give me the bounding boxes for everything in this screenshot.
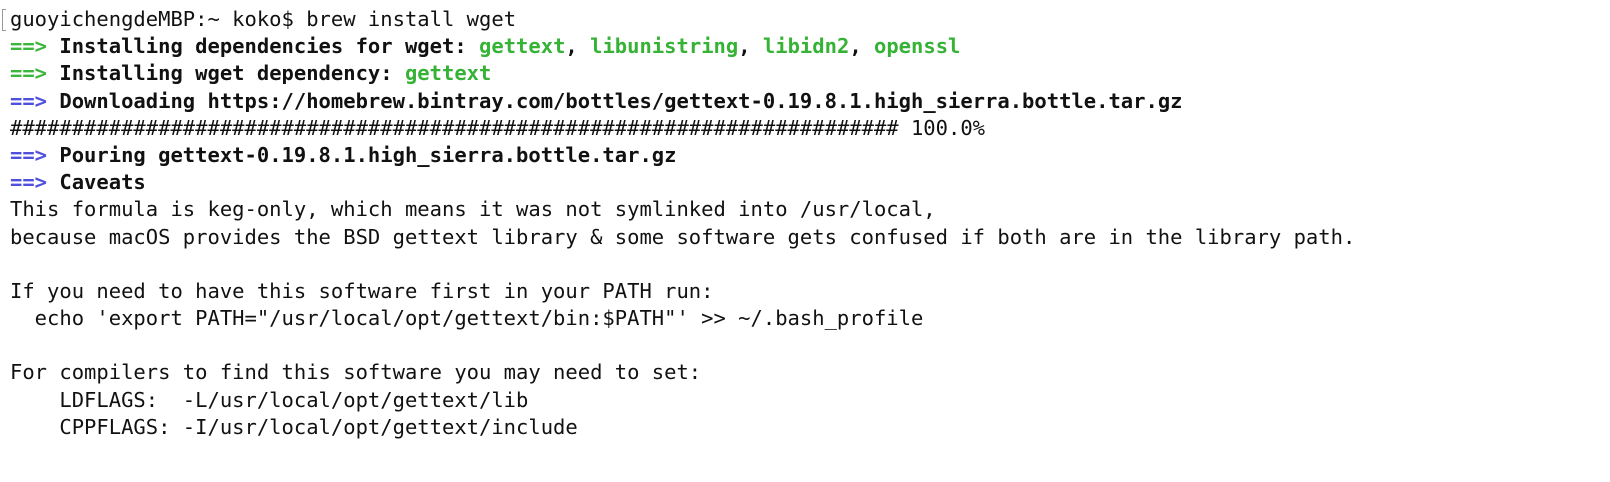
dep-separator: , <box>849 34 874 59</box>
output-line-downloading: ==> Downloading https://homebrew.bintray… <box>10 88 1355 115</box>
terminal-window[interactable]: guoyichengdeMBP:~ koko$ brew install wge… <box>0 0 1610 482</box>
downloading-text: Downloading https://homebrew.bintray.com… <box>47 88 1183 113</box>
path-export-command: echo 'export PATH="/usr/local/opt/gettex… <box>10 306 924 331</box>
progress-bar-line: ########################################… <box>10 115 986 140</box>
install-deps-label: Installing dependencies for wget: <box>47 34 480 59</box>
caveat-text-line: This formula is keg-only, which means it… <box>10 197 936 222</box>
output-line-install-dependency: ==> Installing wget dependency: gettext <box>10 60 1355 87</box>
caveat-text-line: For compilers to find this software you … <box>10 360 702 385</box>
dependency-gettext: gettext <box>404 61 492 86</box>
shell-command: brew install wget <box>306 7 517 31</box>
install-dependency-label: Installing wget dependency: <box>47 61 405 86</box>
command-line: guoyichengdeMBP:~ koko$ brew install wge… <box>10 6 1355 33</box>
arrow-marker: ==> <box>10 61 48 86</box>
arrow-marker: ==> <box>10 34 48 59</box>
dep-libidn2: libidn2 <box>762 34 850 59</box>
dep-libunistring: libunistring <box>590 34 739 59</box>
output-line-pouring: ==> Pouring gettext-0.19.8.1.high_sierra… <box>10 142 1355 169</box>
arrow-marker: ==> <box>10 88 48 113</box>
cppflags-line: CPPFLAGS: -I/usr/local/opt/gettext/inclu… <box>10 414 578 439</box>
pouring-text: Pouring gettext-0.19.8.1.high_sierra.bot… <box>47 142 677 167</box>
dep-separator: , <box>565 34 591 59</box>
line-bracket-marker <box>2 9 6 31</box>
caveats-heading: Caveats <box>47 170 146 195</box>
dep-openssl: openssl <box>874 34 961 59</box>
caveat-text-line: because macOS provides the BSD gettext l… <box>10 224 1356 249</box>
shell-prompt: guoyichengdeMBP:~ koko$ <box>10 7 307 31</box>
dep-gettext: gettext <box>479 34 566 59</box>
dep-separator: , <box>738 34 763 59</box>
arrow-marker: ==> <box>10 142 48 167</box>
ldflags-line: LDFLAGS: -L/usr/local/opt/gettext/lib <box>10 387 529 412</box>
caveat-text-line: If you need to have this software first … <box>10 278 714 303</box>
terminal-output: guoyichengdeMBP:~ koko$ brew install wge… <box>10 6 1355 441</box>
arrow-marker: ==> <box>10 170 48 195</box>
output-line-caveats: ==> Caveats <box>10 169 1355 196</box>
output-line-install-deps: ==> Installing dependencies for wget: ge… <box>10 33 1355 60</box>
